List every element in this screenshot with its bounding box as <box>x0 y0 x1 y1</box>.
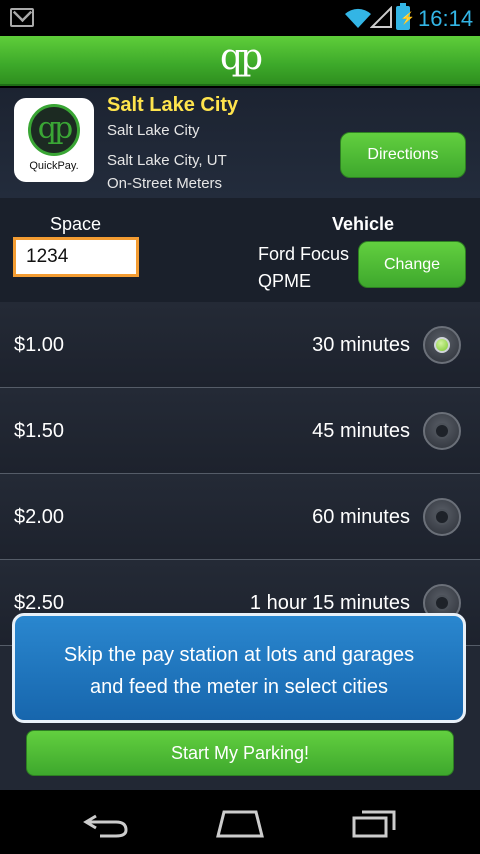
vehicle-label: Vehicle <box>332 214 395 234</box>
location-city-state: Salt Lake City, UT <box>107 152 227 169</box>
change-vehicle-button[interactable]: Change <box>358 241 466 288</box>
recent-apps-icon <box>352 810 396 838</box>
start-parking-button[interactable]: Start My Parking! <box>26 730 454 776</box>
rate-duration: 60 minutes <box>312 506 410 528</box>
quickpay-logo-mark: qp <box>28 104 80 156</box>
rate-price: $1.00 <box>14 334 65 356</box>
rate-radio-button[interactable] <box>423 326 461 364</box>
promo-banner[interactable]: Skip the pay station at lots and garages… <box>12 613 466 723</box>
space-vehicle-section: Space 1234 Vehicle Ford Focus QPME Chang… <box>0 198 480 302</box>
recent-apps-nav-button[interactable] <box>344 806 404 840</box>
rate-price: $2.00 <box>14 506 65 528</box>
directions-button[interactable]: Directions <box>340 132 466 178</box>
home-nav-button[interactable] <box>210 806 270 840</box>
gmail-notification-icon <box>10 8 34 27</box>
rate-option-row[interactable]: $1.00 30 minutes <box>0 302 480 388</box>
home-icon <box>216 810 264 838</box>
quickpay-logo-text: QuickPay. <box>29 160 79 172</box>
status-clock: 16:14 <box>418 6 474 31</box>
rate-option-row[interactable]: $2.00 60 minutes <box>0 474 480 560</box>
app-bar: qp <box>0 36 480 86</box>
location-section: qp QuickPay. Salt Lake City Salt Lake Ci… <box>0 88 480 198</box>
location-title: Salt Lake City <box>107 94 239 116</box>
promo-banner-line-1: Skip the pay station at lots and garages <box>63 644 415 666</box>
location-subtitle: Salt Lake City <box>107 122 200 139</box>
back-icon <box>83 814 128 838</box>
space-label: Space <box>50 214 102 234</box>
vehicle-plate: QPME <box>258 271 312 291</box>
wifi-icon <box>345 8 371 28</box>
rate-price: $1.50 <box>14 420 65 442</box>
rate-duration: 30 minutes <box>312 334 410 356</box>
vehicle-name: Ford Focus <box>258 244 350 264</box>
rate-price: $2.50 <box>14 592 65 614</box>
status-bar: ⚡ 16:14 <box>0 0 480 36</box>
signal-icon <box>370 6 392 28</box>
rate-radio-button[interactable] <box>423 498 461 536</box>
rate-duration: 1 hour 15 minutes <box>249 592 410 614</box>
space-input[interactable]: 1234 <box>13 237 139 277</box>
back-nav-button[interactable] <box>76 806 136 840</box>
system-nav-bar <box>0 790 480 854</box>
rate-duration: 45 minutes <box>312 420 410 442</box>
battery-icon: ⚡ <box>396 3 415 30</box>
quickpay-logo: qp QuickPay. <box>14 98 94 182</box>
rate-radio-button[interactable] <box>423 412 461 450</box>
location-meter-type: On-Street Meters <box>107 175 223 192</box>
rate-option-row[interactable]: $1.50 45 minutes <box>0 388 480 474</box>
app-logo: qp <box>219 37 263 78</box>
promo-banner-line-2: and feed the meter in select cities <box>90 676 388 698</box>
